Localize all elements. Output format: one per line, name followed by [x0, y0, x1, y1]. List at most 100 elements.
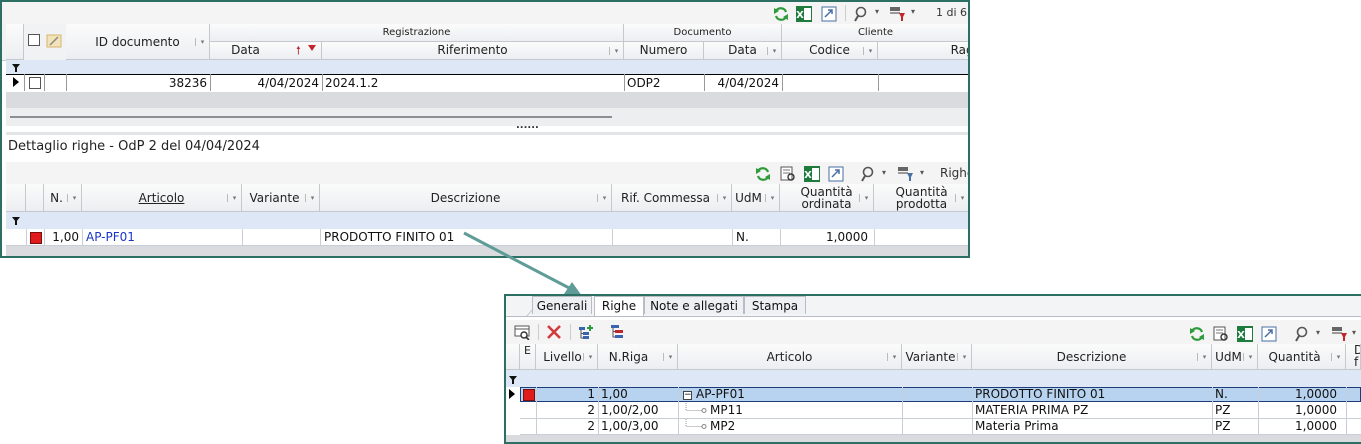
righe-column-variante[interactable]: Variante ▾ — [902, 344, 972, 370]
righe-column-e[interactable]: E — [520, 344, 536, 370]
cell-articolo[interactable]: MP2 — [710, 419, 896, 434]
cell-livello[interactable]: 2 — [538, 403, 595, 418]
cell-numero[interactable]: ODP2 — [627, 75, 701, 91]
column-menu-icon[interactable]: ▾ — [957, 352, 969, 361]
righe-column-descrizione[interactable]: Descrizione ▾ — [972, 344, 1212, 370]
cell-n-riga[interactable]: 1,00 — [601, 387, 675, 402]
tree-add-icon[interactable] — [578, 324, 594, 340]
refresh-icon[interactable] — [773, 6, 789, 22]
column-menu-icon[interactable]: ▾ — [765, 193, 777, 202]
cell-udm[interactable]: N. — [1215, 387, 1255, 402]
column-numero[interactable]: Numero — [624, 42, 704, 60]
doc-filter-row[interactable] — [6, 60, 968, 74]
detail-column-udm[interactable]: UdM ▾ — [732, 184, 780, 212]
detail-column-descrizione[interactable]: Descrizione ▾ — [320, 184, 612, 212]
righe-column-extra[interactable]: D f — [1346, 344, 1361, 370]
column-data[interactable]: Data 🠕 — [210, 42, 322, 60]
search-icon[interactable] — [1295, 326, 1311, 342]
excel-icon[interactable]: X — [804, 166, 820, 182]
cell-articolo[interactable]: AP-PF01 — [696, 387, 896, 402]
cell-data[interactable]: 4/04/2024 — [212, 75, 319, 91]
search-icon[interactable] — [854, 6, 870, 22]
righe-column-udm[interactable]: UdM ▾ — [1212, 344, 1258, 370]
search-dropdown-icon[interactable]: ▾ — [882, 168, 886, 177]
row-checkbox[interactable] — [29, 77, 41, 89]
column-menu-icon[interactable]: ▾ — [717, 193, 729, 202]
detail-column-n[interactable]: N. ▾ — [44, 184, 82, 212]
righe-label[interactable]: Righe — [940, 166, 968, 180]
detail-column-rif-commessa[interactable]: Rif. Commessa ▾ — [612, 184, 732, 212]
scrollbar-thumb[interactable] — [10, 116, 612, 118]
expand-icon[interactable]: − — [683, 391, 692, 400]
filter-dropdown-icon[interactable]: ▾ — [920, 168, 924, 177]
cell-articolo[interactable]: AP-PF01 — [86, 229, 238, 245]
column-menu-icon[interactable]: ▾ — [767, 46, 779, 55]
column-menu-icon[interactable]: ▾ — [663, 352, 675, 361]
export-icon[interactable] — [1261, 326, 1277, 342]
tab-note-allegati[interactable]: Note e allegati — [644, 296, 744, 314]
filter-settings-icon[interactable] — [1332, 326, 1348, 342]
column-menu-icon[interactable]: ▾ — [195, 37, 207, 46]
column-menu-icon[interactable]: ▾ — [955, 193, 967, 202]
cell-descrizione[interactable]: PRODOTTO FINITO 01 — [975, 387, 1209, 402]
column-filter-active-icon[interactable] — [308, 45, 316, 51]
search-detail-icon[interactable] — [514, 324, 530, 340]
cell-n-riga[interactable]: 1,00/2,00 — [601, 403, 675, 418]
splitter[interactable] — [6, 132, 968, 135]
detail-column-variante[interactable]: Variante ▾ — [242, 184, 320, 212]
tab-stampa[interactable]: Stampa — [744, 296, 806, 314]
select-all-checkbox[interactable] — [28, 34, 40, 46]
tab-righe[interactable]: Righe — [594, 296, 644, 316]
print-preview-icon[interactable] — [780, 166, 796, 182]
filter-dropdown-icon[interactable]: ▾ — [911, 7, 915, 16]
export-icon[interactable] — [821, 6, 837, 22]
search-dropdown-icon[interactable]: ▾ — [875, 7, 879, 16]
cell-n[interactable]: 1,00 — [46, 229, 79, 245]
column-menu-icon[interactable]: ▾ — [1243, 352, 1255, 361]
righe-column-n-riga[interactable]: N.Riga ▾ — [598, 344, 678, 370]
filter-settings-icon[interactable] — [898, 166, 914, 182]
column-menu-icon[interactable]: ▾ — [863, 46, 875, 55]
filter-settings-icon[interactable] — [890, 6, 906, 22]
column-menu-icon[interactable]: ▾ — [305, 193, 317, 202]
cell-udm[interactable]: PZ — [1215, 419, 1255, 434]
filter-dropdown-icon[interactable]: ▾ — [1352, 328, 1356, 337]
detail-column-qta-prodotta[interactable]: Quantità prodotta ▾ — [874, 184, 968, 212]
cell-quantita[interactable]: 1,0000 — [1261, 419, 1337, 434]
column-data-documento[interactable]: Data ▾ — [704, 42, 782, 60]
column-menu-icon[interactable]: ▾ — [1197, 352, 1209, 361]
column-id-documento[interactable]: ID documento ▾ — [66, 24, 210, 60]
cell-quantita[interactable]: 1,0000 — [1261, 403, 1337, 418]
column-menu-icon[interactable]: ▾ — [609, 46, 621, 55]
column-codice[interactable]: Codice ▾ — [782, 42, 878, 60]
righe-filter-row[interactable] — [506, 370, 1361, 387]
detail-filter-row[interactable] — [6, 212, 968, 229]
cell-data-documento[interactable]: 4/04/2024 — [706, 75, 779, 91]
righe-column-livello[interactable]: Livello ▾ — [536, 344, 598, 370]
search-icon[interactable] — [861, 166, 877, 182]
righe-column-articolo[interactable]: Articolo ▾ — [678, 344, 902, 370]
cell-articolo[interactable]: MP11 — [710, 403, 896, 418]
column-menu-icon[interactable]: ▾ — [227, 193, 239, 202]
delete-icon[interactable] — [546, 324, 562, 340]
column-menu-icon[interactable]: ▾ — [583, 352, 595, 361]
column-menu-icon[interactable]: ▾ — [67, 193, 79, 202]
refresh-icon[interactable] — [1189, 326, 1205, 342]
righe-column-quantita[interactable]: Quantità ▾ — [1258, 344, 1346, 370]
detail-column-articolo[interactable]: Articolo ▾ — [82, 184, 242, 212]
print-preview-icon[interactable] — [1213, 326, 1229, 342]
cell-livello[interactable]: 1 — [538, 387, 595, 402]
cell-quantita[interactable]: 1,0000 — [1261, 387, 1337, 402]
cell-riferimento[interactable]: 2024.1.2 — [325, 75, 621, 91]
column-menu-icon[interactable]: ▾ — [887, 352, 899, 361]
column-menu-icon[interactable]: ▾ — [859, 193, 871, 202]
search-dropdown-icon[interactable]: ▾ — [1316, 328, 1320, 337]
tab-generali[interactable]: Generali — [532, 296, 592, 314]
splitter-handle[interactable]: ...... — [516, 120, 539, 131]
excel-icon[interactable]: X — [1237, 326, 1253, 342]
refresh-icon[interactable] — [755, 166, 771, 182]
export-icon[interactable] — [828, 166, 844, 182]
column-riferimento[interactable]: Riferimento ▾ — [322, 42, 624, 60]
cell-udm[interactable]: PZ — [1215, 403, 1255, 418]
cell-udm[interactable]: N. — [736, 229, 776, 245]
